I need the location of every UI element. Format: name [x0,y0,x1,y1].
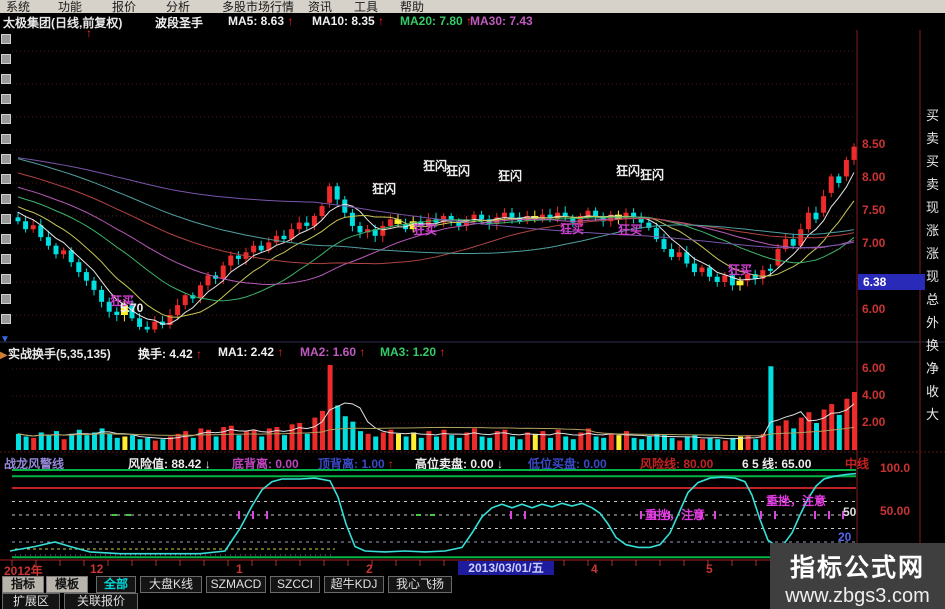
tab-大盘K线[interactable]: 大盘K线 [140,576,202,593]
last-price-box: 6.38 [858,274,925,290]
tab-SZMACD[interactable]: SZMACD [206,576,266,593]
watermark-site-name: 指标公式网 [789,554,925,582]
tab-全部[interactable]: 全部 [96,576,136,593]
quote-strip-char-5: 涨 [926,223,940,238]
current-date-highlight: 2013/03/01/五 [458,561,554,575]
toolbar-icon-8[interactable] [1,194,11,204]
toolbar-icon-7[interactable] [1,174,11,184]
chart-canvas[interactable] [0,0,945,609]
toolbar-icon-1[interactable] [1,54,11,64]
toolbar-icon-12[interactable] [1,274,11,284]
quote-strip-char-1: 卖 [926,131,940,146]
toolbar-icon-3[interactable] [1,94,11,104]
quote-strip-char-10: 换 [926,338,940,353]
toolbar-icon-14[interactable] [1,314,11,324]
quote-strip-char-0: 买 [926,108,940,123]
quote-strip-char-13: 大 [926,407,940,422]
watermark-site-url: www.zbgs3.com [785,585,930,607]
toolbar-icon-10[interactable] [1,234,11,244]
quote-strip-char-2: 买 [926,154,940,169]
quote-strip-char-8: 总 [926,292,940,307]
toolbar-icon-11[interactable] [1,254,11,264]
tab-扩展区[interactable]: 扩展区 [2,593,60,609]
tab-SZCCI[interactable]: SZCCI [270,576,320,593]
stock-app-window: 系统 功能 报价 分析 多股市场行情 资讯 工具 帮助 太极集团(日线,前复权) 波段圣手 MA5… [0,0,945,609]
tab-关联报价[interactable]: 关联报价 [64,593,138,609]
toolbar-icon-13[interactable] [1,294,11,304]
watermark-box: 指标公式网 www.zbgs3.com [770,543,945,609]
quote-strip-char-11: 净 [926,361,940,376]
quote-strip-char-7: 现 [926,269,940,284]
tab-我心飞扬[interactable]: 我心飞扬 [388,576,452,593]
tab-超牛KDJ[interactable]: 超牛KDJ [324,576,384,593]
quote-strip-char-6: 涨 [926,246,940,261]
quote-strip-char-4: 现 [926,200,940,215]
quote-strip-char-12: 收 [926,384,940,399]
quote-strip-char-3: 卖 [926,177,940,192]
tab-指标[interactable]: 指标 [2,576,44,593]
tab-模板[interactable]: 模板 [46,576,88,593]
toolbar-icon-6[interactable] [1,154,11,164]
quote-strip-char-9: 外 [926,315,940,330]
toolbar-icon-9[interactable] [1,214,11,224]
toolbar-icon-4[interactable] [1,114,11,124]
toolbar-icon-2[interactable] [1,74,11,84]
toolbar-icon-0[interactable] [1,34,11,44]
toolbar-icon-5[interactable] [1,134,11,144]
